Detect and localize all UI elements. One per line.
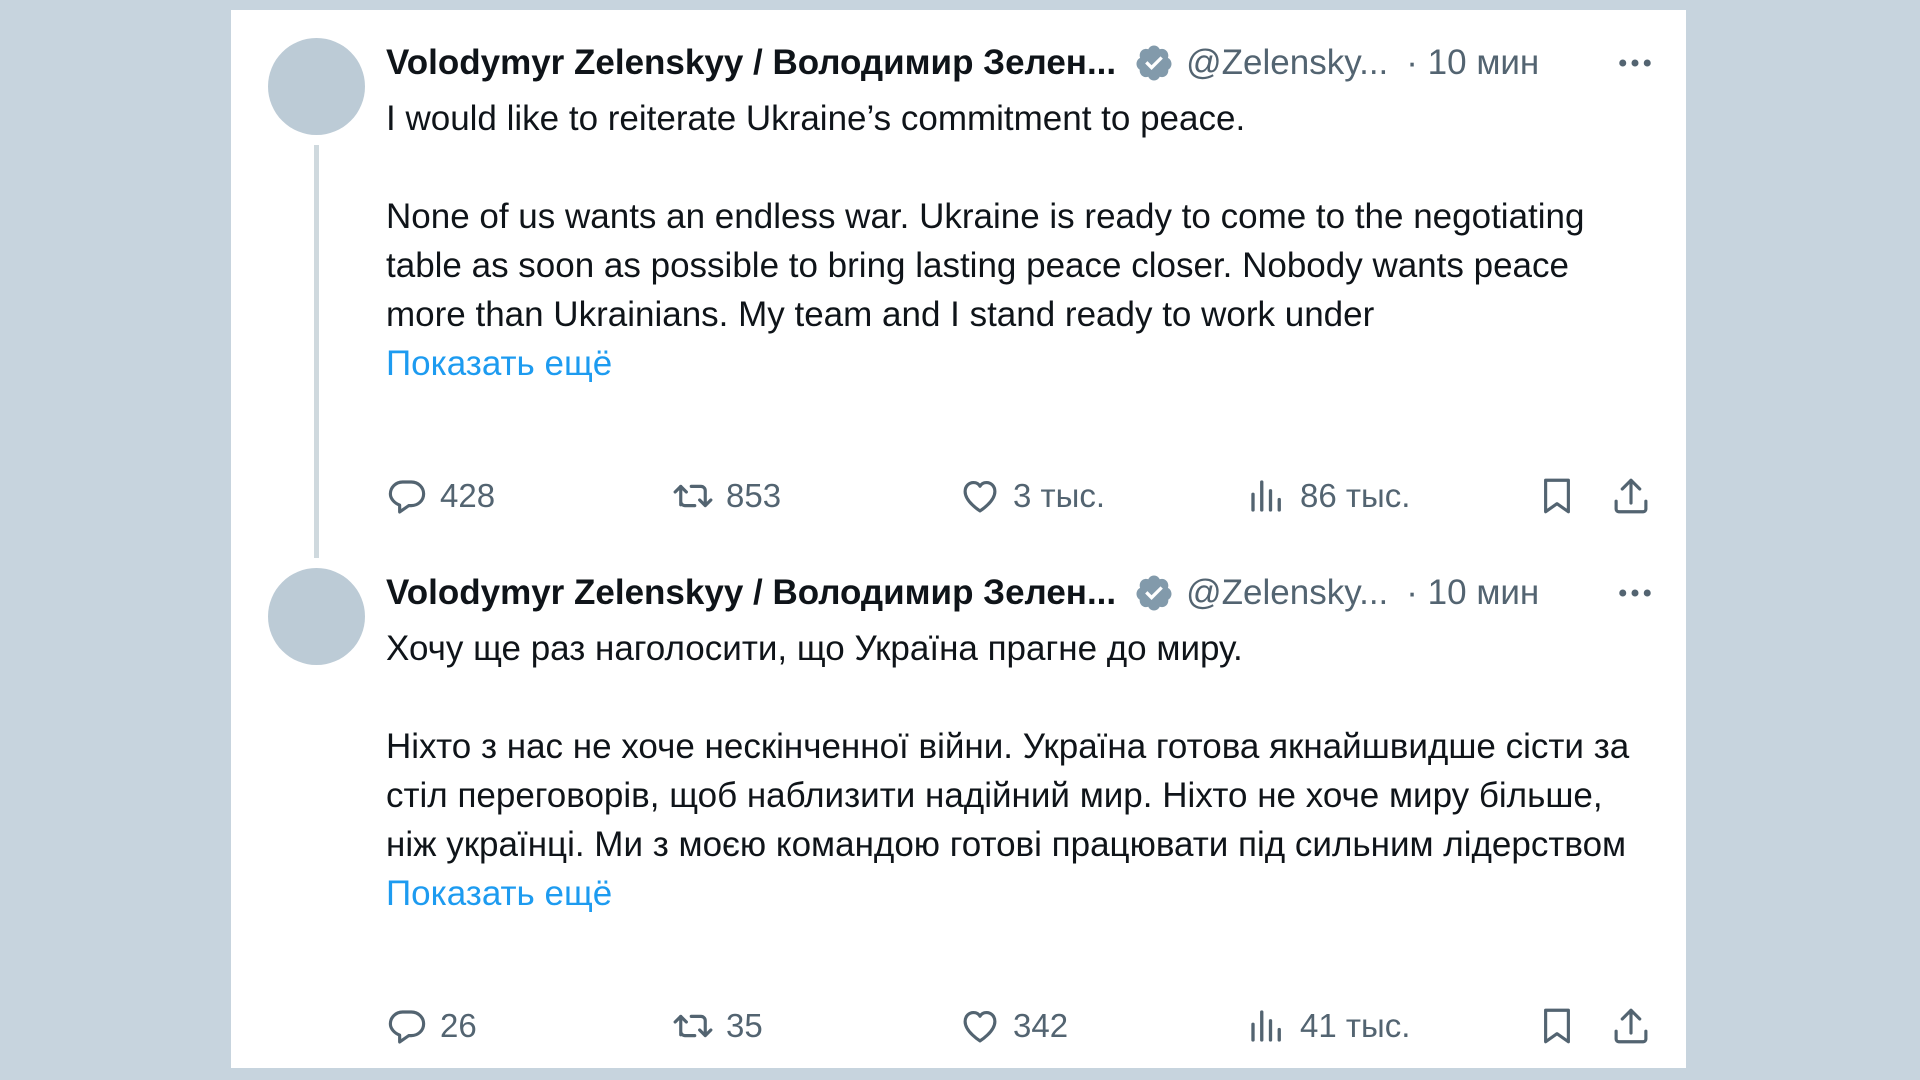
verified-icon bbox=[1136, 575, 1172, 611]
tweet-actions: 428 853 3 тыс. 86 тыс. bbox=[386, 471, 1656, 521]
tweet-timestamp[interactable]: · 10 мин bbox=[1406, 43, 1539, 83]
share-icon[interactable] bbox=[1610, 1005, 1652, 1047]
author-name[interactable]: Volodymyr Zelenskyy / Володимир Зелен... bbox=[386, 573, 1116, 613]
tweet-thread-card: Volodymyr Zelenskyy / Володимир Зелен...… bbox=[231, 10, 1686, 1068]
bookmark-icon[interactable] bbox=[1536, 475, 1578, 517]
tweet-body: I would like to reiterate Ukraine’s comm… bbox=[386, 94, 1656, 388]
tweet-paragraph: None of us wants an endless war. Ukraine… bbox=[386, 197, 1585, 334]
like-button[interactable]: 342 bbox=[959, 1001, 1068, 1051]
retweet-icon bbox=[673, 1014, 713, 1038]
tweet-body: Хочу ще раз наголосити, що Україна прагн… bbox=[386, 624, 1656, 918]
author-handle[interactable]: @Zelensky... bbox=[1186, 573, 1388, 613]
tweet-timestamp[interactable]: · 10 мин bbox=[1406, 573, 1539, 613]
views-icon bbox=[1251, 1010, 1281, 1042]
reply-count: 26 bbox=[440, 1007, 477, 1044]
more-icon[interactable] bbox=[1614, 42, 1656, 84]
like-icon bbox=[963, 1010, 997, 1043]
views-button[interactable]: 41 тыс. bbox=[1246, 1001, 1410, 1051]
show-more-link[interactable]: Показать ещё bbox=[386, 869, 1656, 918]
show-more-link[interactable]: Показать ещё bbox=[386, 339, 1656, 388]
tweet-actions: 26 35 342 41 тыс. bbox=[386, 1001, 1656, 1051]
verified-icon bbox=[1136, 45, 1172, 81]
like-icon bbox=[963, 480, 997, 513]
more-icon[interactable] bbox=[1614, 572, 1656, 614]
views-button[interactable]: 86 тыс. bbox=[1246, 471, 1410, 521]
retweet-icon bbox=[673, 484, 713, 508]
tweet-header: Volodymyr Zelenskyy / Володимир Зелен...… bbox=[386, 570, 1656, 616]
reply-button[interactable]: 428 bbox=[386, 471, 495, 521]
retweet-button[interactable]: 35 bbox=[672, 1001, 763, 1051]
reply-button[interactable]: 26 bbox=[386, 1001, 477, 1051]
views-icon bbox=[1251, 480, 1281, 512]
retweet-button[interactable]: 853 bbox=[672, 471, 781, 521]
tweet-paragraph: Ніхто з нас не хоче нескінченної війни. … bbox=[386, 727, 1630, 864]
like-count: 342 bbox=[1013, 1007, 1069, 1044]
author-name[interactable]: Volodymyr Zelenskyy / Володимир Зелен... bbox=[386, 43, 1116, 83]
views-count: 86 тыс. bbox=[1300, 477, 1411, 514]
retweet-count: 853 bbox=[726, 477, 782, 514]
like-button[interactable]: 3 тыс. bbox=[959, 471, 1105, 521]
tweet-paragraph: Хочу ще раз наголосити, що Україна прагн… bbox=[386, 629, 1243, 668]
share-icon[interactable] bbox=[1610, 475, 1652, 517]
thread-connector-line bbox=[314, 145, 319, 558]
retweet-count: 35 bbox=[726, 1007, 763, 1044]
avatar[interactable] bbox=[268, 38, 365, 135]
like-count: 3 тыс. bbox=[1013, 477, 1106, 514]
avatar[interactable] bbox=[268, 568, 365, 665]
author-handle[interactable]: @Zelensky... bbox=[1186, 43, 1388, 83]
views-count: 41 тыс. bbox=[1300, 1007, 1411, 1044]
reply-icon bbox=[388, 1010, 426, 1044]
bookmark-icon[interactable] bbox=[1536, 1005, 1578, 1047]
tweet-paragraph: I would like to reiterate Ukraine’s comm… bbox=[386, 99, 1246, 138]
reply-icon bbox=[388, 480, 426, 514]
tweet-header: Volodymyr Zelenskyy / Володимир Зелен...… bbox=[386, 40, 1656, 86]
reply-count: 428 bbox=[440, 477, 496, 514]
